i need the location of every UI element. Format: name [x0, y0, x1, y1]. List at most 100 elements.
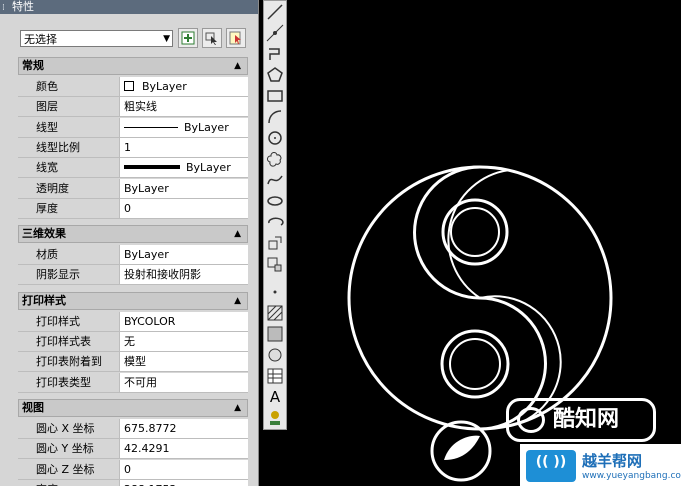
property-name: 线型 — [18, 117, 120, 137]
property-row[interactable]: 厚度 0 — [18, 198, 248, 219]
spline-icon[interactable] — [266, 171, 284, 189]
property-name: 厚度 — [18, 198, 120, 218]
logo-watermark: 酷知网 — [506, 398, 656, 442]
property-value[interactable]: ByLayer — [120, 245, 248, 265]
palette-title: 特性 — [12, 0, 34, 13]
property-row[interactable]: 圆心 Y 坐标 42.4291 — [18, 439, 248, 460]
property-value[interactable]: ByLayer — [120, 158, 248, 178]
property-row[interactable]: 圆心 Z 坐标 0 — [18, 459, 248, 480]
property-row[interactable]: 高度288.1752 — [18, 479, 248, 486]
property-name: 透明度 — [18, 178, 120, 198]
property-name: 打印表附着到 — [18, 352, 120, 372]
section-header[interactable]: 三维效果 ▲ — [18, 225, 248, 244]
property-name: 图层 — [18, 97, 120, 117]
property-row[interactable]: 材质 ByLayer — [18, 245, 248, 266]
section-title: 常规 — [22, 59, 44, 72]
property-value-text: 675.8772 — [124, 421, 177, 435]
rectangle-icon[interactable] — [266, 87, 284, 105]
property-value[interactable]: 不可用 — [120, 372, 248, 392]
polygon-icon[interactable] — [266, 66, 284, 84]
property-name: 打印样式表 — [18, 332, 120, 351]
site-url: www.yueyangbang.com — [582, 471, 681, 481]
section-header[interactable]: 打印样式 ▲ — [18, 291, 248, 310]
table-icon[interactable] — [266, 367, 284, 385]
point-icon[interactable] — [266, 283, 284, 301]
property-name: 阴影显示 — [18, 265, 120, 285]
property-value-text: 模型 — [124, 355, 146, 369]
palette-titlebar[interactable]: ⁞ 特性 — [0, 0, 258, 14]
line-icon[interactable] — [266, 3, 284, 21]
polyline-icon[interactable] — [266, 45, 284, 63]
property-row[interactable]: 线宽 ByLayer — [18, 158, 248, 179]
property-row[interactable]: 线型比例 1 — [18, 137, 248, 158]
property-value[interactable]: 675.8772 — [120, 418, 248, 438]
section-header[interactable]: 视图 ▲ — [18, 398, 248, 417]
property-name: 打印样式 — [18, 311, 120, 331]
property-row[interactable]: 打印表附着到 模型 — [18, 352, 248, 373]
multiline-text-icon[interactable]: A — [266, 388, 284, 406]
section-header[interactable]: 常规 ▲ — [18, 57, 248, 75]
property-value[interactable]: 42.4291 — [120, 439, 248, 459]
ellipse-arc-icon[interactable] — [266, 213, 284, 231]
ellipse-icon[interactable] — [266, 192, 284, 210]
property-value[interactable]: ByLayer — [120, 77, 248, 96]
property-value[interactable]: 投射和接收阴影 — [120, 265, 248, 285]
circle-icon[interactable] — [266, 129, 284, 147]
property-row[interactable]: 打印表类型 不可用 — [18, 372, 248, 393]
property-value[interactable]: 0 — [120, 198, 248, 218]
property-value-text: ByLayer — [124, 181, 169, 195]
collapse-icon[interactable]: ▲ — [234, 293, 241, 309]
property-value-text: 投射和接收阴影 — [124, 268, 201, 282]
property-row[interactable]: 圆心 X 坐标 675.8772 — [18, 418, 248, 439]
upper-small-circle-inner — [450, 207, 500, 257]
property-value[interactable]: 无 — [120, 332, 248, 351]
quick-select-button[interactable] — [226, 28, 246, 48]
property-value-text: ByLayer — [142, 80, 187, 93]
section-title: 视图 — [22, 400, 44, 414]
property-row[interactable]: 透明度 ByLayer — [18, 178, 248, 199]
hatch-icon[interactable] — [266, 304, 284, 322]
select-objects-button[interactable] — [202, 28, 222, 48]
toggle-pickadd-button[interactable] — [178, 28, 198, 48]
leaf-watermark-icon — [430, 420, 492, 482]
insert-block-icon[interactable] — [266, 234, 284, 252]
gradient-icon[interactable] — [266, 325, 284, 343]
property-value[interactable]: BYCOLOR — [120, 311, 248, 331]
property-name: 打印表类型 — [18, 372, 120, 392]
property-value[interactable]: 粗实线 — [120, 97, 248, 117]
selection-dropdown[interactable]: 无选择 ▼ — [20, 30, 173, 47]
property-value-text: BYCOLOR — [124, 314, 176, 328]
lower-small-circle — [440, 329, 510, 399]
color-swatch — [124, 81, 134, 91]
property-value-text: 1 — [124, 140, 131, 154]
collapse-icon[interactable]: ▲ — [234, 400, 241, 416]
collapse-icon[interactable]: ▲ — [234, 226, 241, 242]
property-row[interactable]: 线型 ByLayer — [18, 117, 248, 138]
region-icon[interactable] — [266, 346, 284, 364]
property-value[interactable]: ByLayer — [120, 178, 248, 198]
property-value[interactable]: 288.1752 — [120, 479, 248, 486]
revision-cloud-icon[interactable] — [266, 150, 284, 168]
property-row[interactable]: 颜色 ByLayer — [18, 77, 248, 97]
make-block-icon[interactable] — [266, 255, 284, 273]
property-value-text: ByLayer — [124, 248, 169, 262]
arc-icon[interactable] — [266, 108, 284, 126]
construction-line-icon[interactable] — [266, 24, 284, 42]
property-value[interactable]: 1 — [120, 137, 248, 157]
property-value-text: ByLayer — [186, 161, 231, 175]
property-row[interactable]: 图层 粗实线 — [18, 97, 248, 118]
property-value[interactable]: 模型 — [120, 352, 248, 372]
grip-icon[interactable]: ⁞ — [2, 1, 5, 15]
property-name: 圆心 Z 坐标 — [18, 459, 120, 479]
property-value[interactable]: ByLayer — [120, 117, 248, 137]
selection-row: 无选择 ▼ — [20, 28, 256, 50]
collapse-icon[interactable]: ▲ — [234, 58, 241, 74]
property-value[interactable]: 0 — [120, 459, 248, 479]
property-name: 圆心 X 坐标 — [18, 418, 120, 438]
property-row[interactable]: 阴影显示 投射和接收阴影 — [18, 265, 248, 286]
add-selected-icon[interactable] — [266, 409, 284, 427]
property-name: 颜色 — [18, 77, 120, 96]
property-value-text: 不可用 — [124, 375, 157, 389]
property-row[interactable]: 打印样式表无 — [18, 332, 248, 352]
property-row[interactable]: 打印样式 BYCOLOR — [18, 311, 248, 332]
